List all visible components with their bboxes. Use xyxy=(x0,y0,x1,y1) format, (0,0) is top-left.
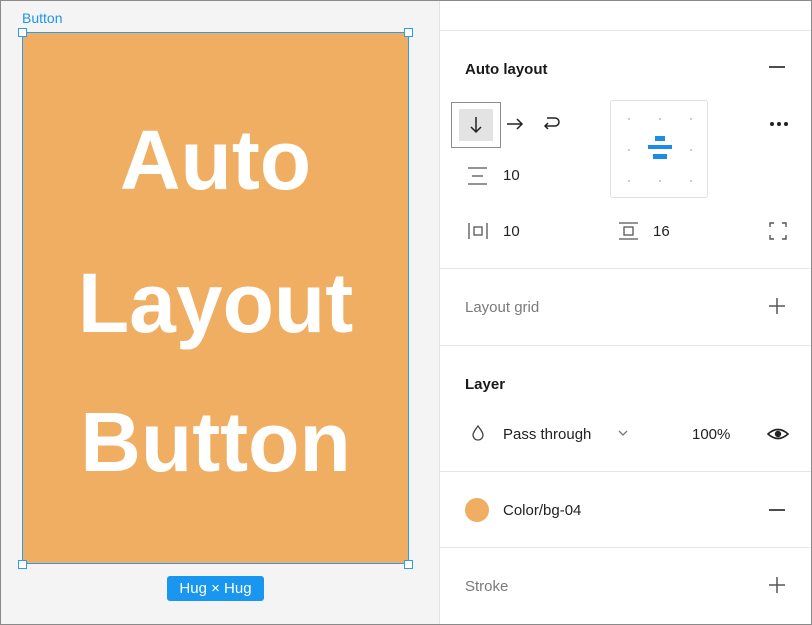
resize-handle-bottom-left[interactable] xyxy=(18,560,27,569)
layer-opacity-value[interactable]: 100% xyxy=(692,426,730,443)
more-options-icon[interactable] xyxy=(769,119,789,129)
button-text-line-2: Layout xyxy=(77,256,354,350)
fill-style-name[interactable]: Color/bg-04 xyxy=(503,502,581,519)
layout-grid-title: Layout grid xyxy=(465,299,540,316)
arrow-down-icon xyxy=(470,117,482,134)
size-badge: Hug × Hug xyxy=(167,576,264,601)
canvas[interactable]: Button Auto Layout Button Hug × Hug xyxy=(1,1,440,624)
horizontal-padding-icon xyxy=(468,223,488,239)
frame-name-label[interactable]: Button xyxy=(22,10,62,26)
direction-horizontal-icon[interactable] xyxy=(506,117,524,131)
fill-color-swatch[interactable] xyxy=(465,498,489,522)
divider xyxy=(440,268,811,269)
vertical-gap-icon xyxy=(468,167,487,185)
layer-title: Layer xyxy=(465,376,506,393)
individual-padding-icon[interactable] xyxy=(768,221,788,241)
resize-handle-top-left[interactable] xyxy=(18,28,27,37)
direction-vertical-button[interactable] xyxy=(451,102,501,148)
divider xyxy=(440,547,811,548)
padding-vertical-value[interactable]: 16 xyxy=(653,223,670,240)
vertical-padding-icon xyxy=(619,222,638,240)
alignment-picker[interactable] xyxy=(610,100,708,198)
button-text-line-3: Button xyxy=(80,395,351,489)
properties-panel: Auto layout 10 10 16 Layout grid Layer P… xyxy=(440,1,811,624)
gap-value[interactable]: 10 xyxy=(503,167,520,184)
padding-horizontal-value[interactable]: 10 xyxy=(503,223,520,240)
chevron-down-icon[interactable] xyxy=(617,429,629,437)
blend-mode-drop-icon xyxy=(472,424,484,441)
add-layout-grid-icon[interactable] xyxy=(768,297,786,315)
remove-auto-layout-icon[interactable] xyxy=(768,60,786,74)
button-text-line-1: Auto xyxy=(119,113,312,207)
add-stroke-icon[interactable] xyxy=(768,576,786,594)
remove-fill-icon[interactable] xyxy=(768,503,786,517)
editor-window: Button Auto Layout Button Hug × Hug Auto… xyxy=(0,0,812,625)
resize-handle-top-right[interactable] xyxy=(404,28,413,37)
eye-icon[interactable] xyxy=(767,426,789,442)
blend-mode-dropdown[interactable]: Pass through xyxy=(503,426,591,443)
divider xyxy=(440,345,811,346)
divider xyxy=(440,30,811,31)
auto-layout-title: Auto layout xyxy=(465,61,548,78)
align-center-icon xyxy=(648,136,672,159)
resize-handle-bottom-right[interactable] xyxy=(404,560,413,569)
divider xyxy=(440,471,811,472)
button-frame[interactable]: Auto Layout Button xyxy=(22,32,409,564)
wrap-icon[interactable] xyxy=(541,115,561,133)
stroke-title: Stroke xyxy=(465,578,509,595)
